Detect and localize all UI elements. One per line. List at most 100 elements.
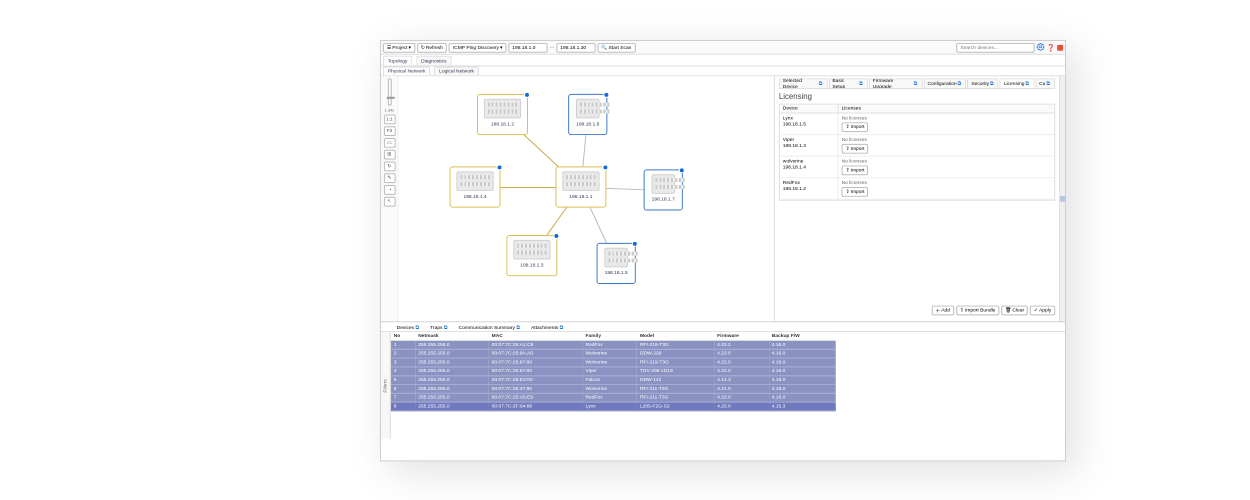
info-badge-icon[interactable]	[553, 233, 559, 239]
layout-tool-1[interactable]: ▭	[383, 138, 395, 148]
topology-node[interactable]: 198.18.1.1	[555, 166, 606, 207]
zoom-fit-button[interactable]: Fit	[383, 126, 395, 136]
devices-row[interactable]: 6255.255.255.000:07:7C:25:47:80Wolverine…	[391, 384, 836, 393]
import-button[interactable]: ⇪ Import	[842, 187, 869, 197]
zoom-slider[interactable]	[387, 78, 391, 105]
bottom-tab-attachments[interactable]: Attachments ⧉	[527, 325, 568, 331]
bottom-tab-traps[interactable]: Traps ⧉	[426, 325, 452, 331]
devices-cell: 2	[391, 349, 416, 358]
panel-tab-configuration[interactable]: Configuration ⧉	[924, 78, 967, 88]
clear-button[interactable]: 🗑Clear	[1001, 306, 1028, 316]
info-badge-icon[interactable]	[679, 167, 685, 173]
panel-tab-licensing[interactable]: Licensing ⧉	[1000, 78, 1034, 88]
collapse-handle[interactable]	[1059, 76, 1065, 321]
topology-node[interactable]: 198.18.1.5	[597, 243, 636, 284]
topology-node[interactable]: 198.18.1.8	[568, 94, 607, 135]
discovery-select[interactable]: ICMP Ping Discovery ▾	[449, 42, 506, 52]
filters-handle[interactable]: Filters	[381, 332, 391, 439]
start-scan-button[interactable]: 🔍 Start Scan	[598, 42, 636, 52]
panel-tab-selected-device[interactable]: Selected Device ⧉	[779, 78, 828, 88]
devices-header[interactable]: Firmware	[714, 332, 769, 340]
project-label: Project	[392, 44, 407, 50]
info-badge-icon[interactable]	[497, 164, 503, 170]
info-badge-icon[interactable]	[602, 164, 608, 170]
devices-row[interactable]: 8255.255.255.000:07:7C:3F:94:80LynxL205-…	[391, 402, 836, 411]
arrow-tool[interactable]: ➝	[383, 185, 395, 195]
refresh-label: Refresh	[426, 44, 443, 50]
topology-node[interactable]: 198.18.1.4	[450, 166, 501, 207]
devices-row[interactable]: 4255.255.255.000:07:7C:25:67:80ViperTDV-…	[391, 367, 836, 376]
licensing-device-cell: Viper198.18.1.3	[780, 135, 839, 156]
devices-cell: RFI-219-T3G	[637, 340, 714, 349]
help-icon[interactable]: ❓	[1047, 43, 1056, 51]
devices-header[interactable]: MAC	[489, 332, 583, 340]
import-button[interactable]: ⇪ Import	[842, 165, 869, 175]
tab-physical-network[interactable]: Physical Network	[383, 66, 430, 75]
node-ip-label: 198.18.1.4	[463, 194, 486, 200]
layout-tool-2[interactable]: ⊞	[383, 150, 395, 160]
upload-icon: ⇪	[846, 167, 850, 173]
ip-from-input[interactable]	[508, 42, 547, 52]
devices-header[interactable]: Backup F/W	[769, 332, 836, 340]
tab-diagnostics[interactable]: Diagnostics	[416, 56, 451, 66]
topology-node[interactable]: 198.18.1.3	[506, 235, 557, 276]
node-ip-label: 198.18.1.1	[569, 194, 592, 200]
import-button[interactable]: ⇪ Import	[842, 122, 869, 132]
devices-cell: 00:07:7C:25:A5:E9	[489, 393, 583, 402]
devices-row[interactable]: 5255.255.255.000:07:7C:25:E3:00FalconDDW…	[391, 376, 836, 385]
licensing-actions: ＋Add ⇪Import Bundle 🗑Clear ✓Apply	[779, 302, 1055, 320]
devices-cell: 4.21.0	[714, 384, 769, 393]
devices-header[interactable]: Model	[637, 332, 714, 340]
ip-to-input[interactable]	[556, 42, 595, 52]
info-badge-icon[interactable]	[524, 92, 530, 98]
close-indicator[interactable]	[1057, 44, 1063, 50]
gear-icon[interactable]	[1037, 42, 1045, 52]
refresh-button[interactable]: ↻ Refresh	[417, 42, 447, 52]
import-bundle-button[interactable]: ⇪Import Bundle	[956, 306, 999, 316]
devices-row[interactable]: 2255.255.255.000:07:7C:25:9A:A0Wolverine…	[391, 349, 836, 358]
cursor-tool[interactable]: ↖	[383, 197, 395, 207]
device-icon	[456, 171, 493, 191]
devices-row[interactable]: 1255.255.255.000:07:7C:25:A1:C9RedFoxRFI…	[391, 340, 836, 349]
topology-node[interactable]: 198.18.1.2	[477, 94, 528, 135]
devices-header[interactable]: No	[391, 332, 416, 340]
devices-cell: 4.23.2	[714, 340, 769, 349]
zoom-1to1-button[interactable]: 1:1	[383, 114, 395, 124]
tab-logical-network[interactable]: Logical Network	[434, 66, 479, 75]
popout-icon: ⧉	[415, 325, 420, 330]
no-license-label: No licenses	[842, 159, 1052, 165]
devices-header[interactable]: Netmask	[415, 332, 488, 340]
devices-row[interactable]: 7255.255.255.000:07:7C:25:A5:E9RedFoxRFI…	[391, 393, 836, 402]
licensing-license-cell: No licenses⇪ Import	[839, 157, 1055, 178]
panel-tab-security[interactable]: Security ⧉	[967, 78, 998, 88]
project-menu[interactable]: ☰ Project ▾	[383, 42, 415, 52]
panel-tab-cu[interactable]: Cu ⧉	[1035, 78, 1055, 88]
topology-canvas[interactable]: 198.18.1.2 198.18.1.8 198.18.1.4 198.18.1.1…	[399, 76, 774, 321]
licensing-title: Licensing	[779, 92, 1055, 101]
panel-tab-basic-setup[interactable]: Basic Setup ⧉	[828, 78, 867, 88]
apply-button[interactable]: ✓Apply	[1030, 306, 1055, 316]
main-toolbar: ☰ Project ▾ ↻ Refresh ICMP Ping Discover…	[381, 41, 1065, 55]
devices-cell: 00:07:7C:25:E3:00	[489, 376, 583, 385]
panel-tab-firmware-upgrade[interactable]: Firmware Upgrade ⧉	[869, 78, 923, 88]
bottom-tab-communication-summary[interactable]: Communication Summary ⧉	[455, 325, 525, 331]
import-button[interactable]: ⇪ Import	[842, 144, 869, 154]
topology-node[interactable]: 198.18.1.7	[644, 169, 683, 210]
refresh-layout-button[interactable]: ↻	[383, 162, 395, 172]
devices-cell: 4.14.3	[714, 376, 769, 385]
info-badge-icon[interactable]	[603, 92, 609, 98]
no-license-label: No licenses	[842, 115, 1052, 121]
tab-topology[interactable]: Topology	[383, 56, 412, 66]
add-button[interactable]: ＋Add	[931, 306, 953, 316]
devices-cell: RedFox	[583, 393, 637, 402]
search-devices-input[interactable]	[957, 42, 1035, 52]
licensing-license-cell: No licenses⇪ Import	[839, 114, 1055, 135]
devices-header[interactable]: Family	[583, 332, 637, 340]
devices-cell: RedFox	[583, 340, 637, 349]
info-badge-icon[interactable]	[632, 241, 638, 247]
edit-tool[interactable]: ✎	[383, 173, 395, 183]
licensing-device-cell: wolverine198.18.1.4	[780, 157, 839, 178]
bottom-tab-devices[interactable]: Devices ⧉	[393, 325, 425, 331]
search-icon: 🔍	[601, 44, 607, 50]
devices-row[interactable]: 3255.255.255.000:07:7C:25:67:80Wolverine…	[391, 358, 836, 367]
